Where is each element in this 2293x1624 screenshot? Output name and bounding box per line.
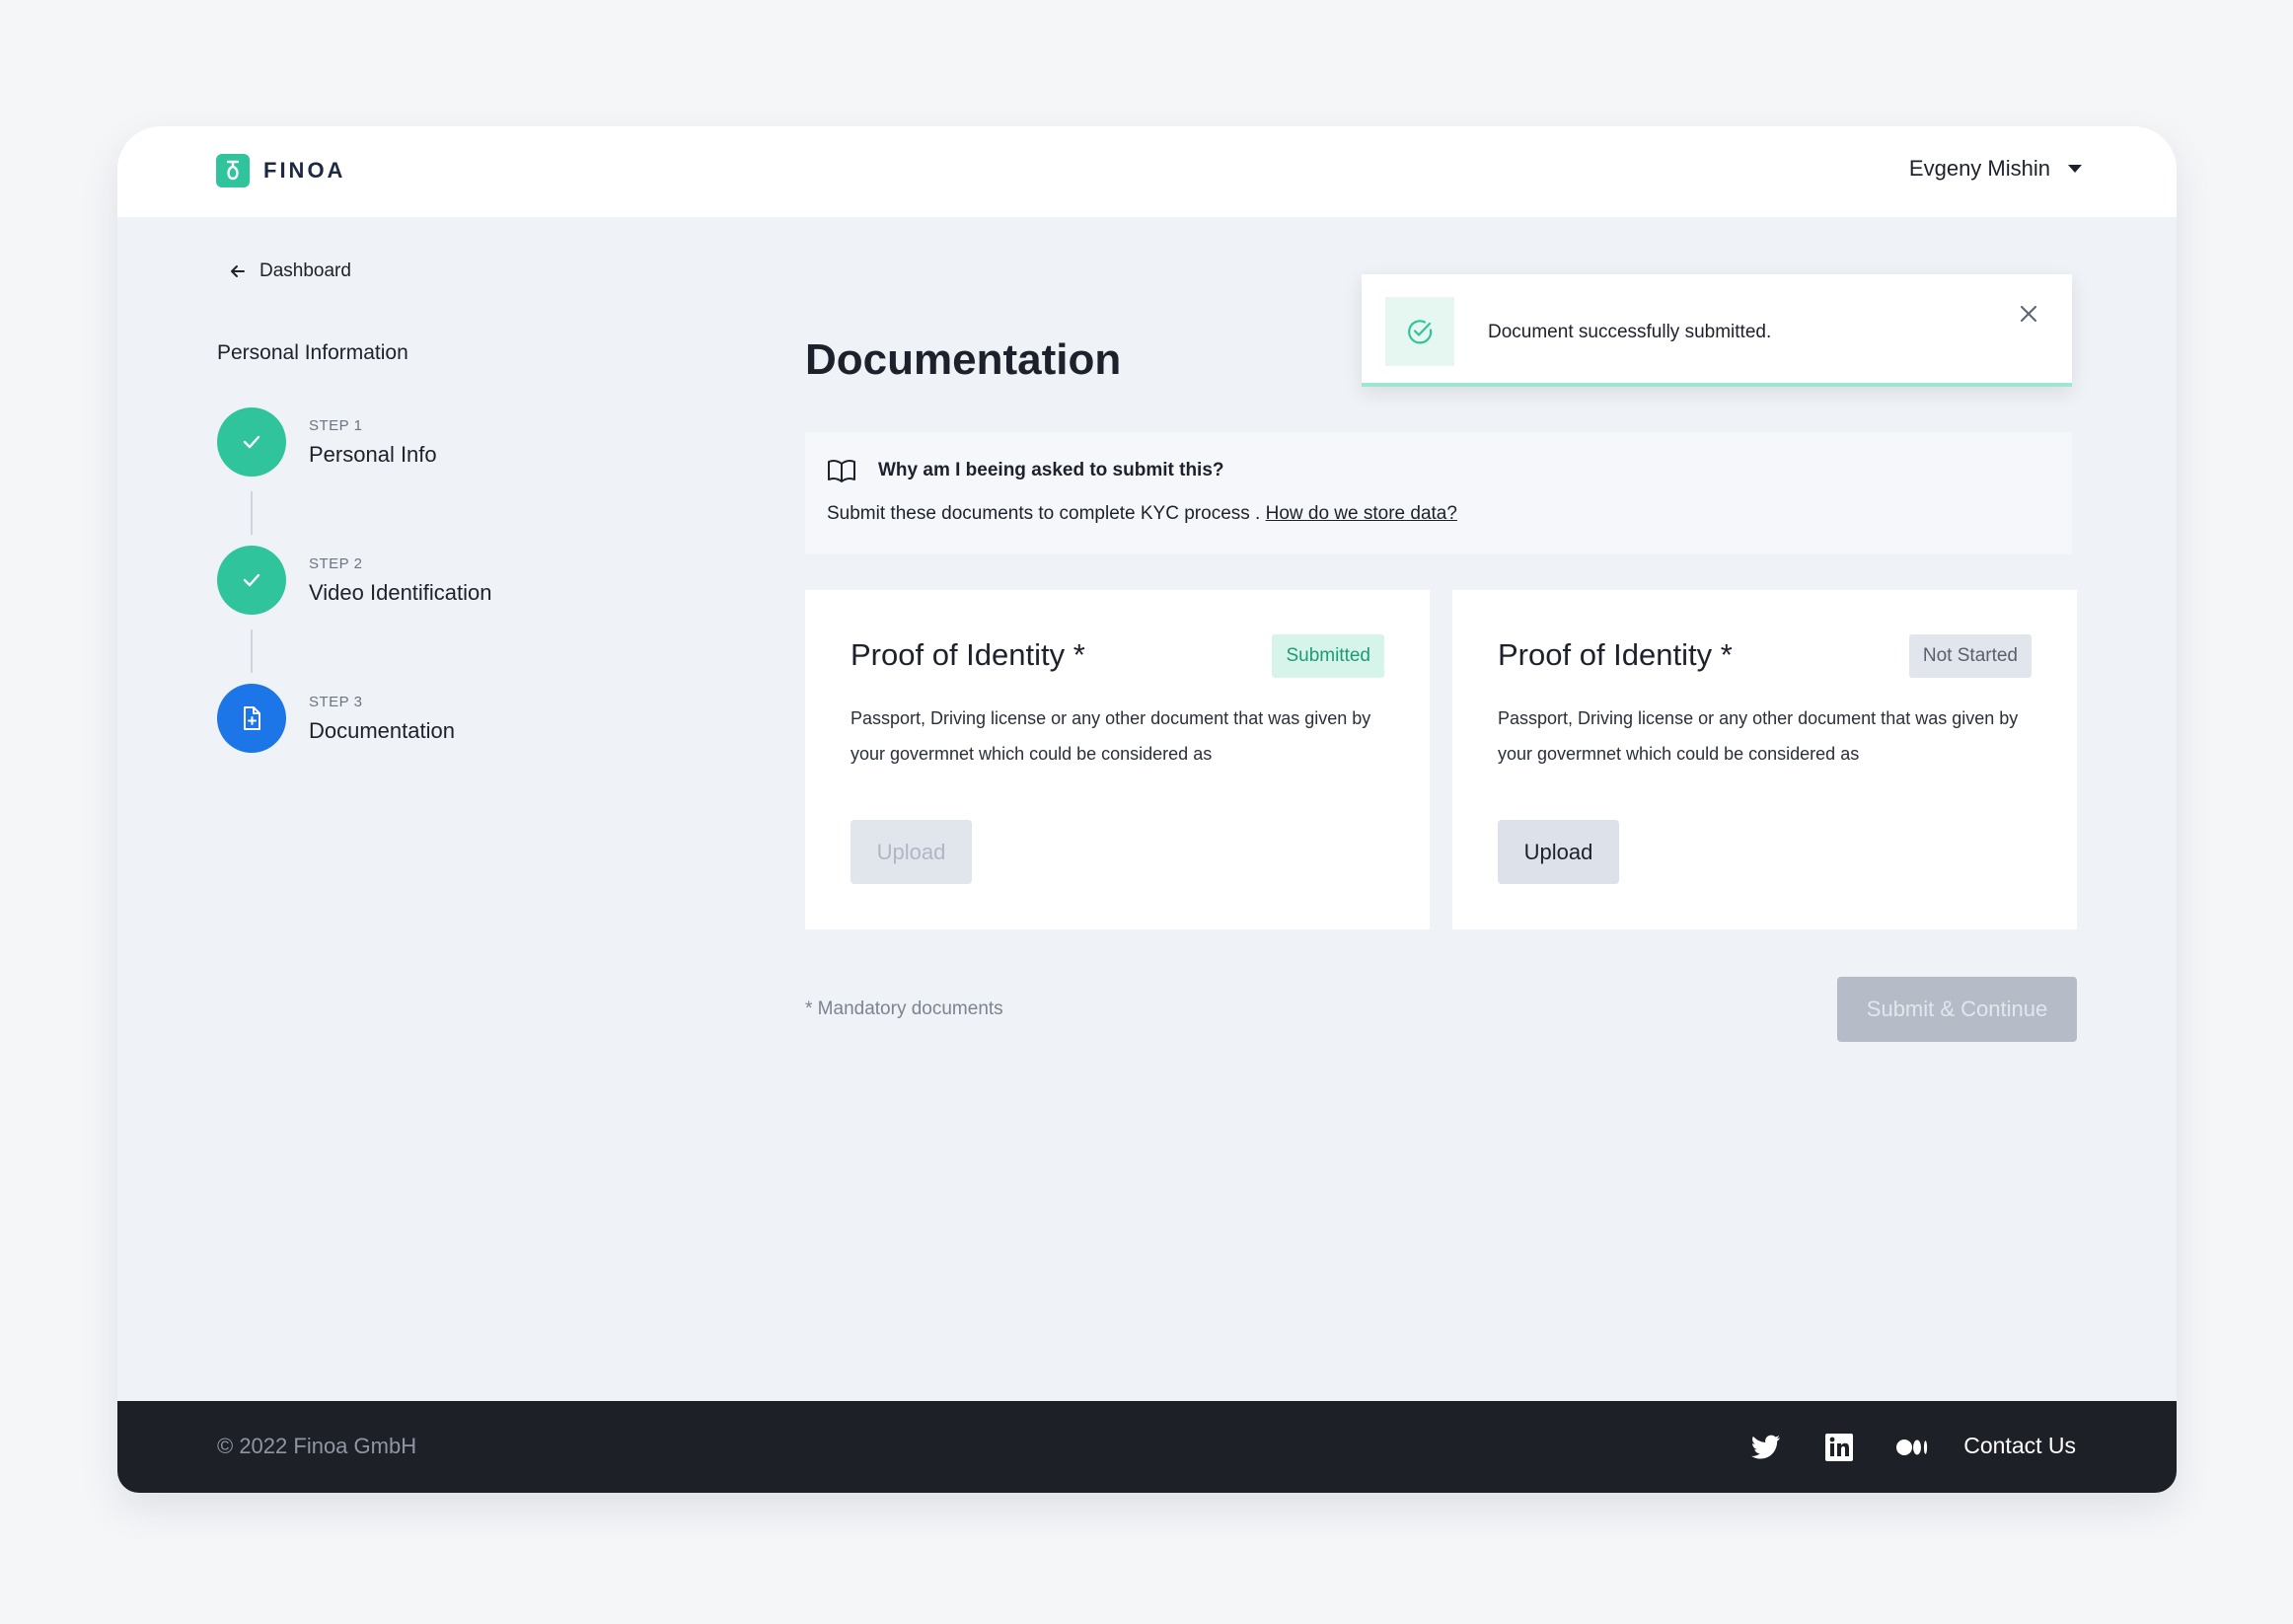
submit-continue-button[interactable]: Submit & Continue — [1837, 977, 2077, 1042]
check-icon — [243, 573, 260, 587]
card-title: Proof of Identity * — [851, 637, 1085, 672]
step-label: Personal Info — [309, 441, 437, 467]
contact-us-link[interactable]: Contact Us — [1963, 1433, 2076, 1459]
document-card-not-started: Proof of Identity * Not Started Passport… — [1452, 590, 2077, 929]
logo[interactable]: FINOA — [216, 154, 345, 187]
info-question: Why am I beeing asked to submit this? — [878, 460, 1224, 480]
info-box: Why am I beeing asked to submit this? Su… — [805, 432, 2072, 554]
upload-button[interactable]: Upload — [1498, 820, 1619, 884]
document-add-icon — [244, 706, 260, 730]
step-number: STEP 1 — [309, 416, 363, 434]
footer: © 2022 Finoa GmbH Contact Us — [117, 1401, 2177, 1493]
app-window: FINOA Evgeny Mishin Dashboard Personal I… — [117, 126, 2177, 1493]
twitter-icon[interactable] — [1749, 1431, 1783, 1464]
success-toast: Document successfully submitted. — [1362, 274, 2072, 387]
document-card-submitted: Proof of Identity * Submitted Passport, … — [805, 590, 1430, 929]
top-bar: FINOA Evgeny Mishin — [117, 126, 2177, 217]
step-personal-info[interactable]: STEP 1 Personal Info — [217, 407, 437, 477]
arrow-left-icon — [231, 265, 245, 277]
mandatory-note: * Mandatory documents — [805, 998, 1003, 1019]
step-number: STEP 3 — [309, 693, 363, 710]
close-icon[interactable] — [2015, 300, 2042, 328]
page-title: Documentation — [805, 335, 1122, 384]
upload-button[interactable]: Upload — [851, 820, 972, 884]
step-complete-indicator — [217, 407, 286, 477]
step-connector — [251, 629, 253, 673]
info-text: Submit these documents to complete KYC p… — [827, 503, 1457, 525]
linkedin-icon[interactable] — [1822, 1431, 1856, 1464]
step-complete-indicator — [217, 546, 286, 615]
card-description: Passport, Driving license or any other d… — [1498, 708, 2019, 764]
step-number: STEP 2 — [309, 554, 363, 572]
back-to-dashboard-link[interactable]: Dashboard — [228, 260, 351, 282]
back-label: Dashboard — [259, 260, 351, 281]
book-open-icon — [828, 459, 855, 482]
copyright: © 2022 Finoa GmbH — [217, 1434, 417, 1458]
data-storage-link[interactable]: How do we store data? — [1266, 503, 1457, 524]
user-menu[interactable]: Evgeny Mishin — [1909, 156, 2082, 182]
brand-name: FINOA — [263, 158, 346, 183]
status-badge: Submitted — [1272, 634, 1384, 678]
card-description: Passport, Driving license or any other d… — [851, 708, 1371, 764]
user-name: Evgeny Mishin — [1908, 156, 2050, 181]
medium-icon[interactable] — [1895, 1431, 1929, 1464]
check-circle-icon — [1385, 297, 1454, 366]
step-label: Video Identification — [309, 579, 492, 605]
step-active-indicator — [217, 684, 286, 753]
sidebar-title: Personal Information — [217, 341, 408, 364]
status-badge: Not Started — [1908, 634, 2032, 678]
step-label: Documentation — [309, 717, 455, 743]
check-icon — [243, 435, 260, 449]
caret-down-icon — [2068, 165, 2082, 173]
card-title: Proof of Identity * — [1498, 637, 1733, 672]
step-documentation[interactable]: STEP 3 Documentation — [217, 684, 455, 753]
step-connector — [251, 491, 253, 535]
info-description: Submit these documents to complete KYC p… — [827, 503, 1266, 524]
toast-message: Document successfully submitted. — [1488, 322, 1772, 342]
finoa-logo-icon — [216, 154, 250, 187]
step-video-identification[interactable]: STEP 2 Video Identification — [217, 546, 492, 615]
